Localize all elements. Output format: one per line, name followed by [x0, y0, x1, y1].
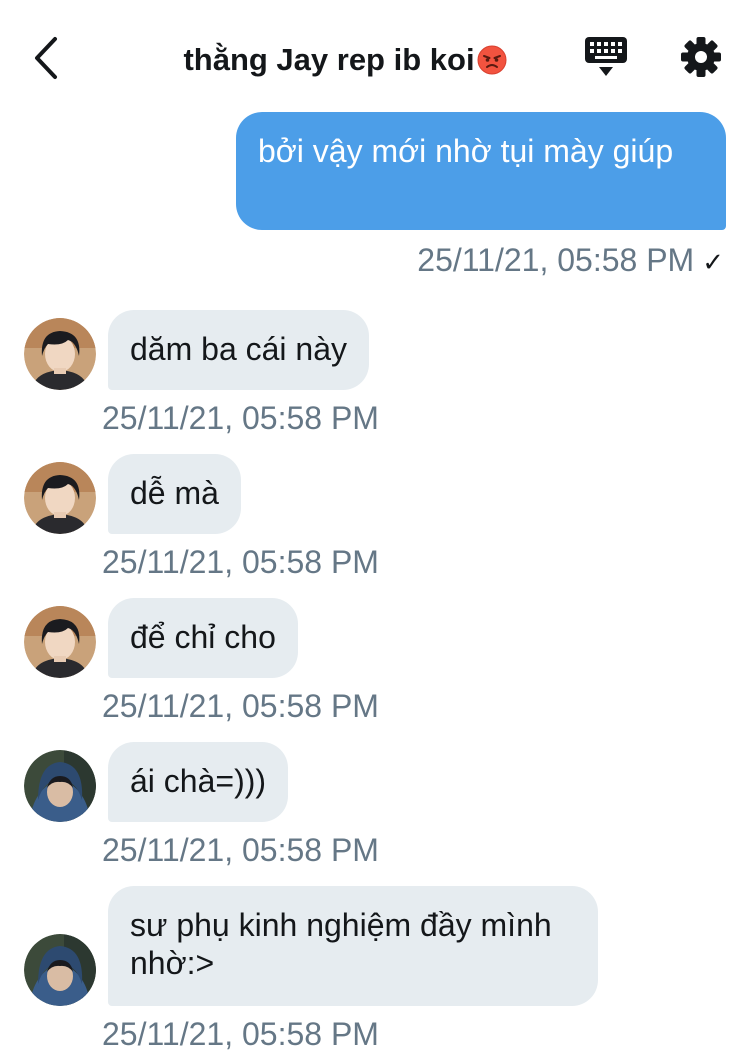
incoming-message-bubble[interactable]: sư phụ kinh nghiệm đầy mình nhờ:>: [108, 886, 598, 1006]
avatar-photo-1-icon: [24, 606, 96, 678]
message-timestamp: 25/11/21, 05:58 PM: [102, 1016, 379, 1052]
timestamp-text: 25/11/21, 05:58 PM: [417, 242, 695, 278]
incoming-message-bubble[interactable]: dăm ba cái này: [108, 310, 370, 390]
message-timestamp: 25/11/21, 05:58 PM: [102, 544, 379, 580]
avatar[interactable]: [24, 462, 96, 534]
message-text: để chỉ cho: [130, 619, 276, 655]
sent-check-icon: ✓: [702, 247, 724, 277]
keyboard-button[interactable]: [582, 34, 630, 80]
conversation-title: thằng Jay rep ib koi: [100, 38, 590, 82]
avatar[interactable]: [24, 750, 96, 822]
message-timestamp: 25/11/21, 05:58 PM: [102, 832, 379, 868]
conversation-title-text: thằng Jay rep ib koi: [183, 42, 475, 77]
gear-icon: [681, 37, 721, 77]
angry-face-emoji-icon: [477, 45, 507, 75]
incoming-message-bubble[interactable]: ái chà=))): [108, 742, 289, 822]
avatar[interactable]: [24, 318, 96, 390]
incoming-message-bubble[interactable]: dễ mà: [108, 454, 241, 534]
message-text: ái chà=))): [130, 763, 267, 799]
message-text: bởi vậy mới nhờ tụi mày giúp: [258, 133, 674, 169]
incoming-message-bubble[interactable]: để chỉ cho: [108, 598, 298, 678]
avatar-photo-1-icon: [24, 462, 96, 534]
message-timestamp: 25/11/21, 05:58 PM: [102, 400, 379, 436]
avatar[interactable]: [24, 606, 96, 678]
chevron-left-icon: [35, 37, 57, 79]
message-timestamp: 25/11/21, 05:58 PM ✓: [417, 238, 724, 284]
settings-button[interactable]: [680, 36, 722, 78]
message-text: dăm ba cái này: [130, 331, 348, 367]
outgoing-message-bubble[interactable]: bởi vậy mới nhờ tụi mày giúp: [236, 112, 726, 230]
avatar-photo-1-icon: [24, 318, 96, 390]
keyboard-icon: [585, 37, 627, 76]
chat-header: thằng Jay rep ib koi: [0, 0, 750, 112]
avatar-photo-2-icon: [24, 934, 96, 1006]
message-timestamp: 25/11/21, 05:58 PM: [102, 688, 379, 724]
message-text: sư phụ kinh nghiệm đầy mình nhờ:>: [130, 907, 552, 981]
message-text: dễ mà: [130, 475, 219, 511]
avatar[interactable]: [24, 934, 96, 1006]
avatar-photo-2-icon: [24, 750, 96, 822]
back-button[interactable]: [26, 34, 66, 82]
